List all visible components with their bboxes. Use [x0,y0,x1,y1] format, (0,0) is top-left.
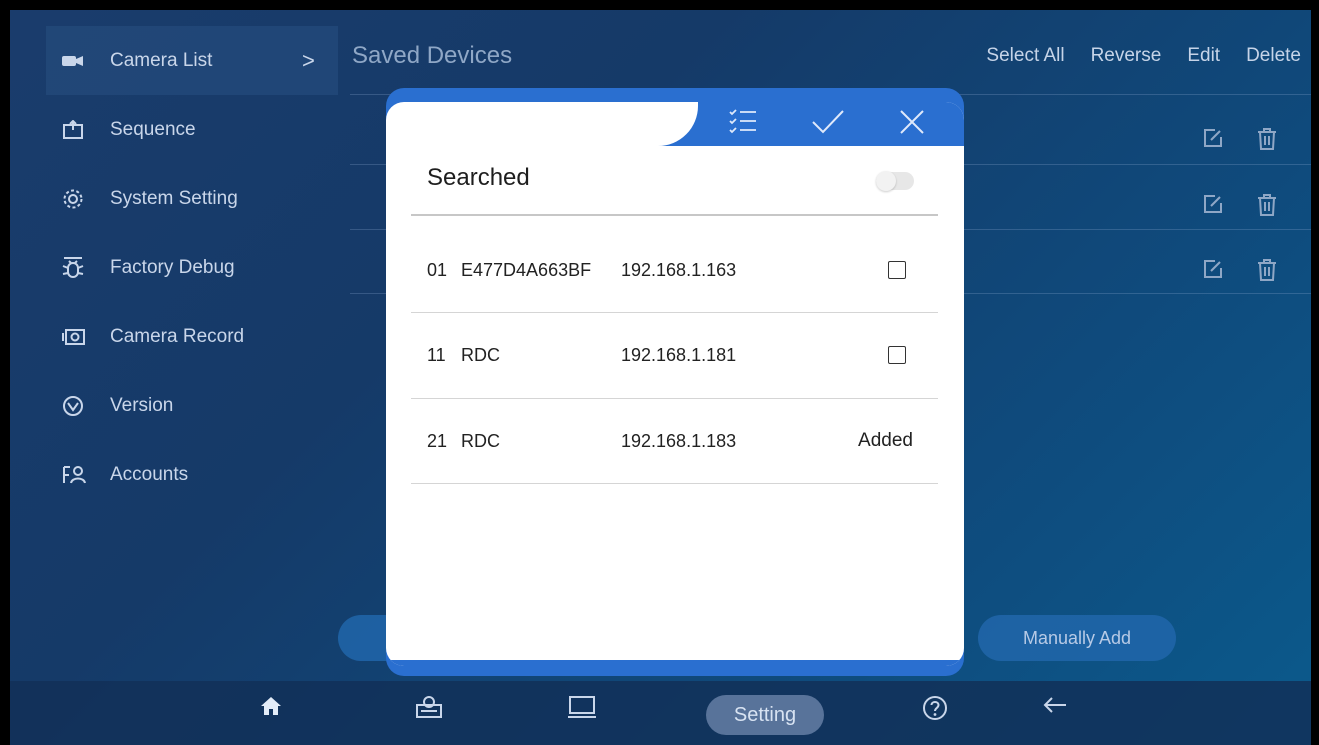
divider [411,214,938,216]
divider [411,398,938,399]
searched-toggle[interactable] [876,171,914,191]
device-name: E477D4A663BF [461,259,592,280]
manually-add-button[interactable]: Manually Add [978,615,1176,661]
device-checkbox[interactable] [888,346,906,364]
divider [411,483,938,484]
sidebar-item-camera-record[interactable]: Camera Record [46,302,338,371]
sidebar-item-label: Accounts [110,463,189,485]
sidebar-item-label: Factory Debug [110,256,235,278]
dialog-title: Searched [427,164,530,191]
trash-icon[interactable] [1257,259,1277,286]
close-icon[interactable] [898,108,926,141]
sidebar-item-label: Camera List [110,49,213,71]
device-ip: 192.168.1.181 [621,344,737,365]
device-name: RDC [461,430,500,451]
added-label: Added [858,430,913,451]
divider [411,312,938,313]
edit-icon[interactable] [1203,128,1223,155]
setting-tab[interactable]: Setting [706,695,824,735]
page-title: Saved Devices [352,42,513,69]
record-icon [62,328,98,345]
saved-device-row-actions [1203,194,1277,221]
edit-icon[interactable] [1203,194,1223,221]
edit-icon[interactable] [1203,259,1223,286]
modal-actions [702,102,952,146]
device-row[interactable]: 01 E477D4A663BF 192.168.1.163 [427,255,913,285]
delete-button[interactable]: Delete [1246,45,1301,67]
reverse-button[interactable]: Reverse [1091,45,1162,67]
sidebar-item-label: Sequence [110,118,196,140]
monitor-icon[interactable] [568,695,596,719]
device-status: Added [821,430,913,452]
trash-icon[interactable] [1257,194,1277,221]
device-ip: 192.168.1.183 [621,430,737,451]
home-icon[interactable] [260,695,282,717]
device-row: 21 RDC 192.168.1.183 Added [427,426,913,456]
chevron-right-icon: > [302,47,315,73]
accounts-icon [62,465,98,485]
saved-device-row-actions [1203,128,1277,155]
gear-icon [62,188,98,210]
saved-devices-header: Saved Devices Select All Reverse Edit De… [350,26,1301,86]
device-status [821,346,913,364]
searched-devices-dialog: Searched 01 E477D4A663BF 192.168.1.163 1… [386,102,964,666]
device-ip: 192.168.1.163 [621,259,737,280]
version-icon [62,395,98,417]
sidebar-item-label: Camera Record [110,325,245,347]
confirm-check-icon[interactable] [811,108,845,141]
toggle-knob [876,171,896,191]
sidebar-item-camera-list[interactable]: Camera List > [46,26,338,95]
device-name: RDC [461,344,500,365]
device-status [821,261,913,279]
sidebar-item-version[interactable]: Version [46,371,338,440]
user-card-icon[interactable] [416,695,442,719]
select-all-list-icon[interactable] [728,107,758,142]
device-row[interactable]: 11 RDC 192.168.1.181 [427,340,913,370]
sidebar-item-label: System Setting [110,187,238,209]
sidebar-item-sequence[interactable]: Sequence [46,95,338,164]
device-checkbox[interactable] [888,261,906,279]
settings-screen: Camera List > Sequence System Setting Fa… [10,10,1311,745]
bottom-nav: Setting [10,681,1311,745]
camera-icon [62,54,98,68]
sidebar-item-system-setting[interactable]: System Setting [46,164,338,233]
sequence-icon [62,119,98,140]
device-index: 21 [427,430,448,451]
saved-device-row-actions [1203,259,1277,286]
help-icon[interactable] [922,695,948,721]
sidebar: Camera List > Sequence System Setting Fa… [46,26,338,509]
trash-icon[interactable] [1257,128,1277,155]
edit-button[interactable]: Edit [1187,45,1220,67]
sidebar-item-label: Version [110,394,174,416]
bug-icon [62,256,98,280]
device-index: 11 [427,344,446,365]
back-arrow-icon[interactable] [1042,695,1068,715]
select-all-button[interactable]: Select All [986,45,1064,67]
modal-bottom-edge [386,660,964,666]
sidebar-item-factory-debug[interactable]: Factory Debug [46,233,338,302]
device-index: 01 [427,259,448,280]
sidebar-item-accounts[interactable]: Accounts [46,440,338,509]
